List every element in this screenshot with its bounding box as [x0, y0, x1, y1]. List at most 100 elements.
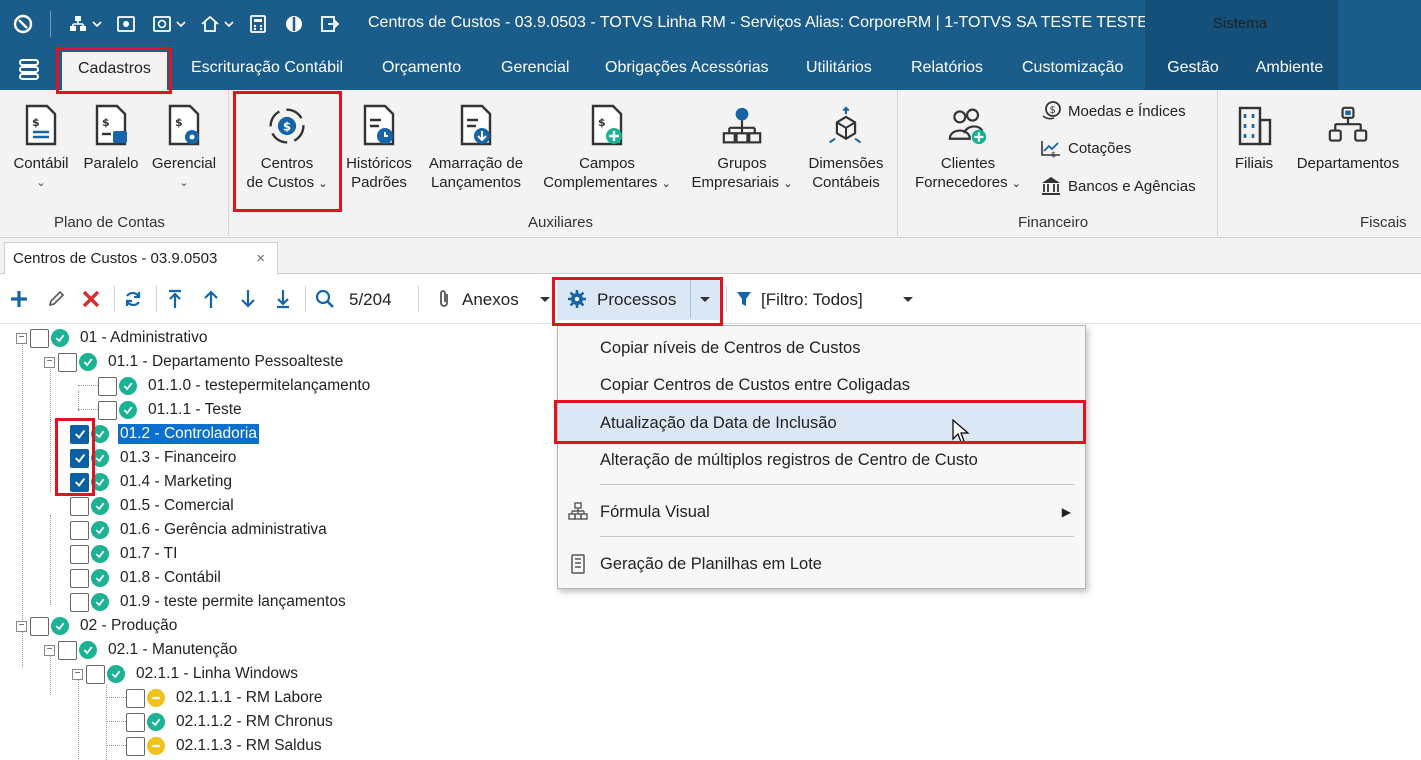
document-tab[interactable]: Centros de Custos - 03.9.0503 × [4, 242, 278, 275]
caret-down-icon[interactable] [897, 288, 919, 310]
search-icon[interactable] [314, 288, 336, 310]
calculator-icon[interactable] [245, 11, 271, 37]
filiais-button[interactable]: Filiais [1226, 104, 1282, 173]
gear-icon[interactable] [566, 288, 588, 310]
chevron-down-icon[interactable] [175, 11, 187, 37]
row-checkbox[interactable] [58, 352, 77, 372]
row-checkbox[interactable] [70, 496, 89, 516]
last-record-icon[interactable] [272, 288, 294, 310]
chevron-down-icon[interactable]: ⌄ [8, 174, 74, 193]
edit-icon[interactable] [45, 288, 67, 310]
tab-relatorios[interactable]: Relatórios [911, 48, 983, 90]
tree-row[interactable]: 02.1.1.1 - RM Labore [126, 686, 324, 710]
chevron-down-icon[interactable]: ⌄ [148, 174, 220, 193]
power-icon[interactable] [10, 11, 36, 37]
row-checkbox[interactable] [70, 424, 89, 444]
contabil-button[interactable]: $ Contábil ⌄ [8, 104, 74, 193]
collapse-toggle-icon[interactable]: − [16, 332, 27, 344]
departamentos-button[interactable]: Departamentos [1288, 104, 1408, 173]
tab-obrigacoes-acessorias[interactable]: Obrigações Acessórias [605, 48, 769, 90]
clientes-fornecedores-button[interactable]: Clientes Fornecedores ⌄ [906, 104, 1030, 194]
close-icon[interactable]: × [256, 243, 265, 275]
moedas-indices-button[interactable]: $ Moedas e Índices [1040, 100, 1186, 122]
tree-row[interactable]: 01.1.0 - testepermitelançamento [98, 374, 372, 398]
caret-down-icon[interactable] [694, 288, 716, 310]
tree-row[interactable]: − 01 - Administrativo [16, 326, 210, 350]
row-checkbox[interactable] [86, 664, 105, 684]
row-checkbox[interactable] [70, 544, 89, 564]
tree-row[interactable]: 01.6 - Gerência administrativa [70, 518, 329, 542]
tab-escrituracao-contabil[interactable]: Escrituração Contábil [191, 48, 343, 90]
tab-utilitarios[interactable]: Utilitários [806, 48, 872, 90]
collapse-toggle-icon[interactable]: − [72, 668, 83, 680]
tree-row[interactable]: 01.2 - Controladoria [70, 422, 259, 446]
tree-row[interactable]: − 01.1 - Departamento Pessoalteste [44, 350, 345, 374]
menu-item-copiar-niveis[interactable]: Copiar níveis de Centros de Custos [558, 330, 1085, 366]
chevron-down-icon[interactable] [223, 11, 235, 37]
row-checkbox[interactable] [126, 712, 145, 732]
tree-row[interactable]: 01.3 - Financeiro [70, 446, 238, 470]
row-checkbox[interactable] [30, 328, 49, 348]
first-record-icon[interactable] [164, 288, 186, 310]
chevron-down-icon[interactable]: ⌄ [1012, 178, 1021, 190]
grupos-empresariais-button[interactable]: Grupos Empresariais ⌄ [684, 104, 800, 194]
tab-ambiente[interactable]: Ambiente [1241, 48, 1338, 90]
gerencial-button[interactable]: $ Gerencial ⌄ [148, 104, 220, 193]
help-icon[interactable] [281, 11, 307, 37]
row-checkbox[interactable] [126, 736, 145, 756]
tree-row[interactable]: 01.5 - Comercial [70, 494, 236, 518]
tab-customizacao[interactable]: Customização [1022, 48, 1123, 90]
tree-row[interactable]: 01.8 - Contábil [70, 566, 223, 590]
chevron-down-icon[interactable]: ⌄ [783, 178, 792, 190]
filtro-button[interactable]: [Filtro: Todos] [761, 290, 863, 310]
menu-item-geracao-planilhas[interactable]: Geração de Planilhas em Lote [558, 546, 1085, 582]
tab-gerencial[interactable]: Gerencial [501, 48, 569, 90]
historicos-padroes-button[interactable]: Históricos Padrões [342, 104, 416, 192]
row-checkbox[interactable] [70, 520, 89, 540]
tab-cadastros[interactable]: Cadastros [62, 52, 167, 90]
refresh-icon[interactable] [122, 288, 144, 310]
tree-row[interactable]: − 02 - Produção [16, 614, 179, 638]
tab-orcamento[interactable]: Orçamento [382, 48, 461, 90]
next-record-icon[interactable] [237, 288, 259, 310]
home-icon[interactable] [197, 11, 223, 37]
tree-row[interactable]: − 02.1.1 - Linha Windows [72, 662, 300, 686]
menu-item-alteracao-multiplos-registros[interactable]: Alteração de múltiplos registros de Cent… [558, 442, 1085, 478]
paperclip-icon[interactable] [433, 288, 455, 310]
row-checkbox[interactable] [98, 376, 117, 396]
tree-row[interactable]: 01.7 - TI [70, 542, 179, 566]
view-icon[interactable] [113, 11, 139, 37]
chevron-down-icon[interactable]: ⌄ [662, 178, 671, 190]
bancos-agencias-button[interactable]: Bancos e Agências [1040, 175, 1196, 197]
filter-icon[interactable] [733, 288, 755, 310]
row-checkbox[interactable] [70, 592, 89, 612]
processos-button[interactable]: Processos [597, 290, 676, 310]
menu-item-formula-visual[interactable]: Fórmula Visual ▶ [558, 494, 1085, 530]
add-icon[interactable] [8, 288, 30, 310]
cotacoes-button[interactable]: $ Cotações [1040, 137, 1131, 159]
menu-item-copiar-coligadas[interactable]: Copiar Centros de Custos entre Coligadas [558, 367, 1085, 403]
tree-row[interactable]: 02.1.1.3 - RM Saldus [126, 734, 324, 758]
app-menu-icon[interactable] [18, 58, 40, 80]
tree-row[interactable]: 02.1.1.2 - RM Chronus [126, 710, 335, 734]
tree-row[interactable]: 01.9 - teste permite lançamentos [70, 590, 348, 614]
anexos-button[interactable]: Anexos [462, 290, 519, 310]
delete-icon[interactable] [80, 288, 102, 310]
tree-row[interactable]: 01.1.1 - Teste [98, 398, 244, 422]
previous-record-icon[interactable] [200, 288, 222, 310]
network-icon[interactable] [65, 11, 91, 37]
amarracao-lancamentos-button[interactable]: Amarração de Lançamentos [422, 104, 530, 192]
tab-gestao[interactable]: Gestão [1145, 48, 1241, 90]
chevron-down-icon[interactable] [91, 11, 103, 37]
refresh-window-icon[interactable] [149, 11, 175, 37]
tree-row[interactable]: 01.4 - Marketing [70, 470, 234, 494]
row-checkbox[interactable] [70, 472, 89, 492]
exit-icon[interactable] [317, 11, 343, 37]
caret-down-icon[interactable] [534, 288, 556, 310]
dimensoes-contabeis-button[interactable]: Dimensões Contábeis [803, 104, 889, 192]
sistema-label[interactable]: Sistema [1145, 15, 1335, 32]
row-checkbox[interactable] [30, 616, 49, 636]
collapse-toggle-icon[interactable]: − [44, 644, 55, 656]
chevron-down-icon[interactable]: ⌄ [318, 178, 327, 190]
centros-de-custos-button[interactable]: $ Centros de Custos ⌄ [238, 104, 336, 194]
